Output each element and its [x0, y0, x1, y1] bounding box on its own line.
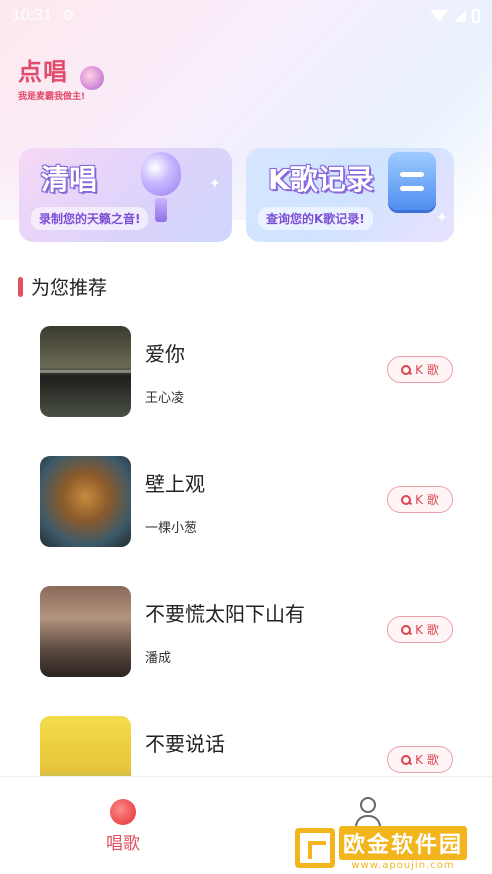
- song-title: 不要慌太阳下山有: [145, 602, 305, 626]
- sparkle-icon: ✦: [436, 210, 448, 226]
- karaoke-button-label: K 歌: [415, 753, 439, 767]
- app-logo: 点唱 我是麦霸我做主!: [18, 52, 118, 102]
- karaoke-button-label: K 歌: [415, 493, 439, 507]
- search-icon: [401, 494, 412, 505]
- watermark-title: 欧金软件园: [339, 825, 468, 860]
- song-artist: 一棵小葱: [145, 521, 198, 536]
- sing-icon: [110, 799, 136, 825]
- karaoke-history-banner[interactable]: K歌记录 查询您的K歌记录! ✦: [246, 148, 454, 242]
- mascot-icon: [80, 66, 104, 90]
- status-time: 10:31: [12, 7, 53, 24]
- song-item[interactable]: 壁上观 一棵小葱 K 歌: [0, 448, 492, 548]
- song-artist: 王心凌: [145, 391, 185, 406]
- song-list[interactable]: 爱你 王心凌 K 歌 壁上观 一棵小葱 K 歌 不要慌太阳下山有 潘成 K 歌 …: [0, 318, 492, 776]
- recommend-section-header: 为您推荐: [18, 273, 107, 300]
- karaoke-button-label: K 歌: [415, 363, 439, 377]
- section-title: 为您推荐: [31, 277, 108, 299]
- sparkle-icon: ✦: [209, 176, 221, 192]
- user-icon: [351, 795, 385, 829]
- song-cover: [40, 716, 131, 776]
- song-cover: [40, 456, 131, 547]
- calendar-icon: [388, 152, 436, 210]
- karaoke-button-label: K 歌: [415, 623, 439, 637]
- search-icon: [401, 754, 412, 765]
- wifi-icon: [430, 10, 448, 22]
- status-indicators: [430, 9, 480, 23]
- nav-tab-profile[interactable]: [323, 793, 413, 829]
- song-title: 不要说话: [145, 732, 225, 756]
- watermark-url: www.apoujin.com: [351, 859, 455, 871]
- song-title: 壁上观: [145, 472, 205, 496]
- karaoke-history-banner-subtitle: 查询您的K歌记录!: [258, 207, 373, 230]
- karaoke-button[interactable]: K 歌: [387, 486, 453, 513]
- karaoke-button[interactable]: K 歌: [387, 356, 453, 383]
- nav-tab-sing[interactable]: 唱歌: [78, 793, 168, 854]
- section-accent-bar: [18, 276, 23, 297]
- acapella-banner[interactable]: 清唱 录制您的天籁之音! ♥ ✦: [19, 148, 232, 242]
- search-icon: [401, 364, 412, 375]
- battery-icon: [472, 9, 480, 23]
- song-artist: 潘成: [145, 651, 172, 666]
- song-cover: [40, 586, 131, 677]
- search-icon: [401, 624, 412, 635]
- karaoke-button[interactable]: K 歌: [387, 746, 453, 773]
- song-item[interactable]: 不要说话 K 歌: [0, 708, 492, 776]
- song-item[interactable]: 不要慌太阳下山有 潘成 K 歌: [0, 578, 492, 678]
- nav-tab-sing-label: 唱歌: [106, 834, 140, 854]
- karaoke-history-banner-title: K歌记录: [268, 163, 374, 196]
- karaoke-button[interactable]: K 歌: [387, 616, 453, 643]
- status-bar: 10:31 ⚙: [0, 0, 492, 32]
- microphone-icon: [138, 152, 184, 224]
- watermark: 欧金软件园 www.apoujin.com: [295, 825, 487, 871]
- acapella-banner-title: 清唱: [41, 163, 98, 196]
- app-slogan: 我是麦霸我做主!: [18, 92, 86, 102]
- watermark-logo-icon: [295, 828, 335, 868]
- song-title: 爱你: [145, 342, 185, 366]
- song-item[interactable]: 爱你 王心凌 K 歌: [0, 318, 492, 418]
- settings-status-icon: ⚙: [62, 8, 75, 24]
- song-cover: [40, 326, 131, 417]
- signal-icon: [454, 10, 466, 22]
- acapella-banner-subtitle: 录制您的天籁之音!: [31, 207, 149, 230]
